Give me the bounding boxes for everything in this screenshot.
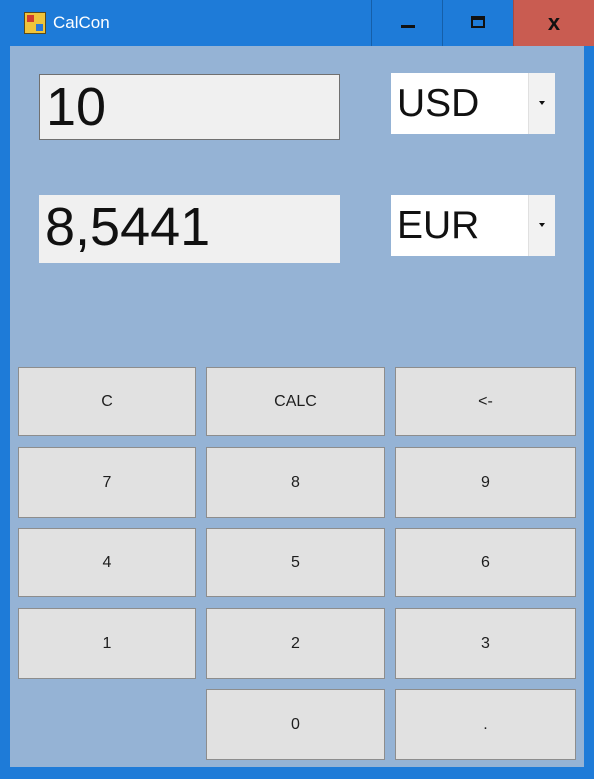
close-button[interactable]: x <box>513 0 594 46</box>
digit-8-button[interactable]: 8 <box>206 447 385 518</box>
chevron-down-icon[interactable] <box>528 195 555 256</box>
close-icon: x <box>547 10 561 35</box>
digit-5-button[interactable]: 5 <box>206 528 385 597</box>
calcon-app-icon[interactable] <box>24 12 46 34</box>
digit-6-button[interactable]: 6 <box>395 528 576 597</box>
clear-button[interactable]: C <box>18 367 196 436</box>
minimize-button[interactable] <box>371 0 442 46</box>
digit-0-button[interactable]: 0 <box>206 689 385 760</box>
digit-4-button[interactable]: 4 <box>18 528 196 597</box>
calc-button[interactable]: CALC <box>206 367 385 436</box>
digit-2-button[interactable]: 2 <box>206 608 385 679</box>
source-amount-field[interactable]: 10 <box>39 74 340 140</box>
decimal-button[interactable]: . <box>395 689 576 760</box>
converted-amount-field: 8,5441 <box>39 195 340 263</box>
digit-1-button[interactable]: 1 <box>18 608 196 679</box>
maximize-icon <box>471 16 485 28</box>
maximize-button[interactable] <box>442 0 513 46</box>
source-currency-select[interactable]: USD <box>391 73 555 134</box>
app-window: CalCon x 10 USD 8,5441 EUR C CALC <- 7 8… <box>0 0 594 779</box>
minimize-icon <box>401 25 415 28</box>
digit-3-button[interactable]: 3 <box>395 608 576 679</box>
target-currency-select[interactable]: EUR <box>391 195 555 256</box>
backspace-button[interactable]: <- <box>395 367 576 436</box>
target-currency-value: EUR <box>397 204 480 247</box>
chevron-down-icon[interactable] <box>528 73 555 134</box>
source-currency-value: USD <box>397 82 480 125</box>
title-bar[interactable]: CalCon x <box>0 0 594 46</box>
window-title: CalCon <box>53 13 110 32</box>
digit-9-button[interactable]: 9 <box>395 447 576 518</box>
digit-7-button[interactable]: 7 <box>18 447 196 518</box>
converter-panel: 10 USD 8,5441 EUR C CALC <- 7 8 9 4 5 6 … <box>10 46 584 767</box>
